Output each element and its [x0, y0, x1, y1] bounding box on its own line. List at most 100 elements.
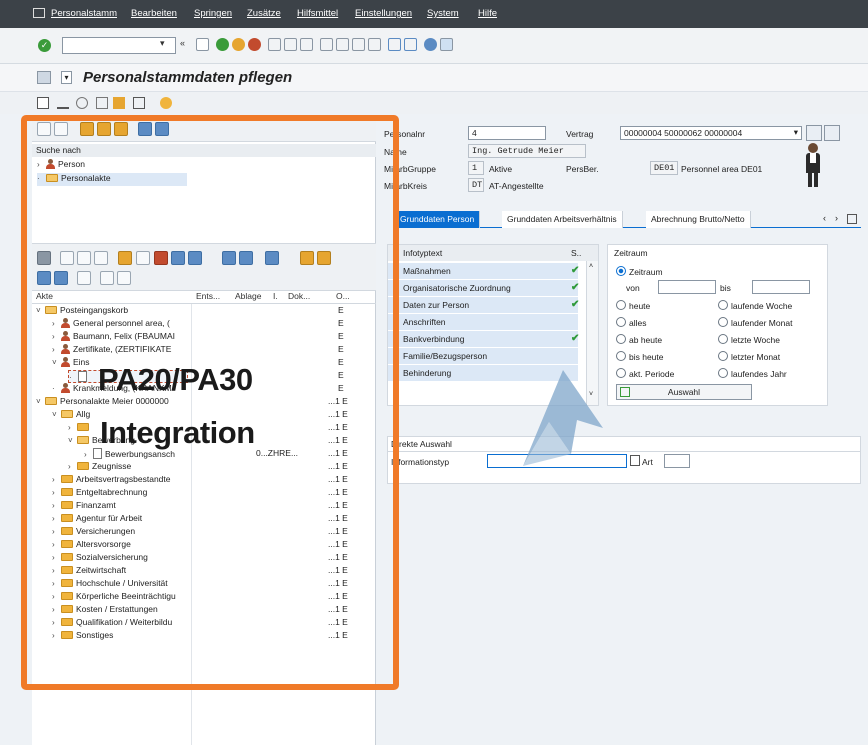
- title-menu-icon[interactable]: ▾: [61, 71, 72, 84]
- vertrag-field[interactable]: 00000004 50000062 00000004 ▾: [620, 126, 802, 140]
- radio-ab-heute[interactable]: ab heute: [616, 334, 662, 345]
- gruppe-text: Aktive: [489, 164, 513, 174]
- tabstrip: Grunddaten Person Grunddaten Arbeitsverh…: [395, 211, 861, 228]
- infotype-row[interactable]: Bankverbindung ✔: [388, 331, 580, 347]
- highlight-frame: [21, 115, 399, 690]
- delimit-icon[interactable]: [113, 97, 125, 109]
- radio-heute[interactable]: heute: [616, 300, 650, 311]
- persnr-field[interactable]: 4: [468, 126, 546, 140]
- chevron-down-icon[interactable]: ▾: [160, 38, 165, 49]
- radio-alles[interactable]: alles: [616, 317, 646, 328]
- tab-grunddaten-person[interactable]: Grunddaten Person: [395, 211, 481, 228]
- scroll-up-icon[interactable]: ˄: [589, 263, 593, 270]
- command-field[interactable]: [62, 37, 176, 54]
- org-structure-icon[interactable]: [806, 125, 822, 141]
- direkte-auswahl-box: Direkte Auswahl Informationstyp Art: [387, 436, 861, 484]
- check-icon: ✔: [571, 299, 580, 310]
- enter-check-icon[interactable]: ✓: [38, 39, 51, 52]
- overlay-title-line-1: PA20/PA30: [98, 362, 253, 397]
- delete-icon[interactable]: [133, 97, 145, 109]
- infotyp-label: Informationstyp: [391, 457, 450, 467]
- menu-personalstamm[interactable]: Personalstamm: [51, 8, 117, 19]
- cancel-icon[interactable]: [248, 38, 261, 51]
- von-field[interactable]: [658, 280, 716, 294]
- section-divider: [388, 451, 860, 452]
- radio-bis-heute[interactable]: bis heute: [616, 351, 664, 362]
- radio-zeitraum[interactable]: Zeitraum: [616, 266, 663, 277]
- radio-letzter-monat[interactable]: letzter Monat: [718, 351, 780, 362]
- new-session-icon[interactable]: [388, 38, 401, 51]
- persber-label: PersBer.: [566, 164, 599, 174]
- application-toolbar: [0, 92, 868, 114]
- change-icon[interactable]: [57, 97, 69, 109]
- first-page-icon[interactable]: [320, 38, 333, 51]
- auswahl-button[interactable]: Auswahl: [616, 384, 752, 400]
- transaction-logo-icon: [37, 71, 51, 84]
- chevron-down-icon[interactable]: ▾: [794, 127, 798, 138]
- command-bar: ✓ ▾ «: [0, 28, 868, 64]
- radio-akt-periode[interactable]: akt. Periode: [616, 368, 674, 379]
- persber-text: Personnel area DE01: [681, 164, 763, 174]
- infotype-header: Infotyptext S..: [388, 245, 598, 261]
- org-structure-2-icon[interactable]: [824, 125, 840, 141]
- save-icon[interactable]: [196, 38, 209, 51]
- last-page-icon[interactable]: [368, 38, 381, 51]
- vertrag-label: Vertrag: [566, 129, 594, 139]
- infotype-row[interactable]: Maßnahmen ✔: [388, 263, 580, 279]
- overlay-title-line-2: Integration: [100, 415, 255, 450]
- check-icon: ✔: [571, 265, 580, 276]
- menu-system[interactable]: System: [427, 8, 459, 19]
- kreis-text: AT-Angestellte: [489, 181, 544, 191]
- find-next-icon[interactable]: [300, 38, 313, 51]
- previous-page-icon[interactable]: [336, 38, 349, 51]
- tab-abrechnung[interactable]: Abrechnung Brutto/Netto: [646, 211, 751, 228]
- radio-laufende-woche[interactable]: laufende Woche: [718, 300, 792, 311]
- overview-icon[interactable]: [160, 97, 172, 109]
- art-label: Art: [642, 457, 653, 467]
- tab-scroll-right-icon[interactable]: ›: [835, 213, 838, 223]
- tab-grunddaten-arbeitsverhaeltnis[interactable]: Grunddaten Arbeitsverhältnis: [502, 211, 623, 228]
- menu-bearbeiten[interactable]: Bearbeiten: [131, 8, 177, 19]
- infotype-row[interactable]: Daten zur Person ✔: [388, 297, 580, 313]
- back-icon[interactable]: [216, 38, 229, 51]
- radio-laufendes-jahr[interactable]: laufendes Jahr: [718, 368, 787, 379]
- art-input[interactable]: [664, 454, 690, 468]
- shortcut-icon[interactable]: [404, 38, 417, 51]
- zeitraum-title: Zeitraum: [614, 248, 648, 258]
- value-help-icon[interactable]: [630, 455, 640, 466]
- menu-einstellungen[interactable]: Einstellungen: [355, 8, 412, 19]
- persber-code: DE01: [650, 161, 678, 175]
- von-label: von: [626, 283, 640, 293]
- title-bar: ▾ Personalstammdaten pflegen: [0, 64, 868, 92]
- page-title: Personalstammdaten pflegen: [83, 69, 293, 86]
- bis-field[interactable]: [752, 280, 810, 294]
- find-icon[interactable]: [284, 38, 297, 51]
- create-icon[interactable]: [37, 97, 49, 109]
- employee-photo: [803, 143, 823, 189]
- layout-icon[interactable]: [440, 38, 453, 51]
- infotype-row[interactable]: Anschriften: [388, 314, 578, 330]
- check-icon: ✔: [571, 333, 580, 344]
- next-page-icon[interactable]: [352, 38, 365, 51]
- check-icon: ✔: [571, 282, 580, 293]
- display-icon[interactable]: [76, 97, 88, 109]
- infotype-row[interactable]: Organisatorische Zuordnung ✔: [388, 280, 580, 296]
- help-icon[interactable]: [424, 38, 437, 51]
- radio-laufender-monat[interactable]: laufender Monat: [718, 317, 792, 328]
- exit-icon[interactable]: [232, 38, 245, 51]
- zeitraum-box: Zeitraum Zeitraum von bis heute alles ab…: [607, 244, 828, 406]
- menu-springen[interactable]: Springen: [194, 8, 232, 19]
- menu-icon[interactable]: [33, 8, 45, 18]
- menu-hilfe[interactable]: Hilfe: [478, 8, 497, 19]
- history-back-icon[interactable]: «: [180, 38, 185, 48]
- name-field: Ing. Getrude Meier: [468, 144, 586, 158]
- bis-label: bis: [720, 283, 731, 293]
- tab-list-icon[interactable]: [847, 214, 857, 224]
- arrow-graphic: [523, 370, 603, 466]
- menu-zusaetze[interactable]: Zusätze: [247, 8, 281, 19]
- tab-scroll-left-icon[interactable]: ‹: [823, 213, 826, 223]
- copy-icon[interactable]: [96, 97, 108, 109]
- menu-hilfsmittel[interactable]: Hilfsmittel: [297, 8, 338, 19]
- print-icon[interactable]: [268, 38, 281, 51]
- radio-letzte-woche[interactable]: letzte Woche: [718, 334, 780, 345]
